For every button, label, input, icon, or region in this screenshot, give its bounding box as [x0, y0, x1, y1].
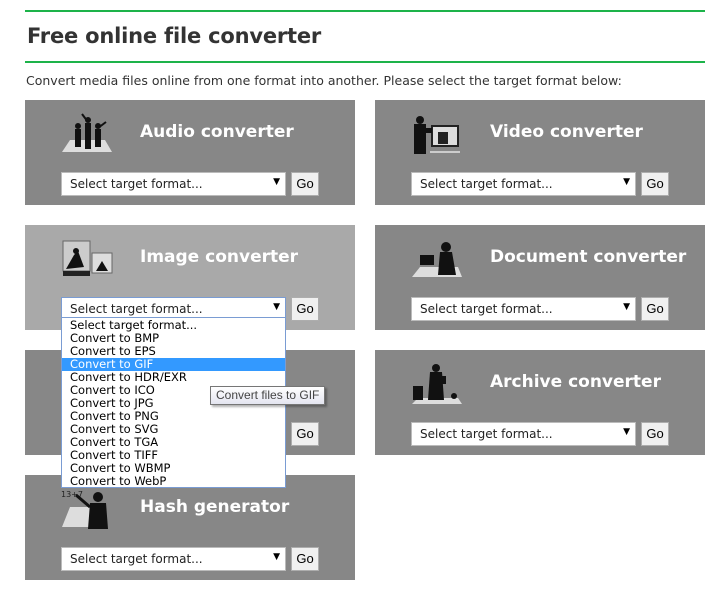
card-title: Audio converter [140, 122, 294, 142]
card-title: Image converter [140, 247, 299, 267]
image-converter-card: Image converter Select target format... ▼… [25, 225, 355, 330]
document-desk-icon [412, 242, 462, 277]
card-title: Hash generator [140, 497, 290, 517]
top-rule [25, 10, 705, 12]
select-value: Select target format... [420, 177, 553, 191]
video-format-select[interactable]: Select target format... ▼ [411, 172, 636, 196]
card-title: Archive converter [490, 372, 661, 392]
video-go-button[interactable]: Go [641, 172, 669, 196]
page-title: Free online file converter [27, 24, 322, 48]
card-title: Document converter [490, 247, 687, 267]
hash-generator-card: 13+7 Hash generator Select target format… [25, 475, 355, 580]
select-value: Select target format... [70, 302, 203, 316]
tooltip: Convert files to GIF [210, 386, 326, 405]
hash-go-button[interactable]: Go [291, 547, 319, 571]
select-value: Select target format... [420, 302, 553, 316]
audio-format-select[interactable]: Select target format... ▼ [61, 172, 286, 196]
hash-format-select[interactable]: Select target format... ▼ [61, 547, 286, 571]
dropdown-option[interactable]: Convert to WebP [62, 475, 285, 488]
document-go-button[interactable]: Go [641, 297, 669, 321]
document-format-select[interactable]: Select target format... ▼ [411, 297, 636, 321]
dropdown-arrow-icon: ▼ [273, 552, 280, 562]
hash-writer-icon: 13+7 [61, 490, 108, 529]
document-converter-card: Document converter Select target format.… [375, 225, 705, 330]
select-value: Select target format... [70, 552, 203, 566]
title-rule [25, 61, 705, 63]
dropdown-arrow-icon: ▼ [273, 302, 280, 312]
video-camera-icon [414, 116, 460, 154]
obscured-go-button[interactable]: Go [291, 422, 319, 446]
dropdown-arrow-icon: ▼ [623, 302, 630, 312]
select-value: Select target format... [420, 427, 553, 441]
image-go-button[interactable]: Go [291, 297, 319, 321]
dropdown-arrow-icon: ▼ [273, 177, 280, 187]
video-converter-card: Video converter Select target format... ▼… [375, 100, 705, 205]
archive-go-button[interactable]: Go [641, 422, 669, 446]
dropdown-arrow-icon: ▼ [623, 427, 630, 437]
audio-go-button[interactable]: Go [291, 172, 319, 196]
image-photo-icon [62, 240, 113, 276]
archive-format-select[interactable]: Select target format... ▼ [411, 422, 636, 446]
audio-dancers-icon [62, 113, 112, 152]
select-value: Select target format... [70, 177, 203, 191]
card-title: Video converter [490, 122, 643, 142]
intro-text: Convert media files online from one form… [26, 73, 622, 88]
dropdown-arrow-icon: ▼ [623, 177, 630, 187]
archive-converter-card: Archive converter Select target format..… [375, 350, 705, 455]
archive-box-icon [412, 364, 462, 404]
audio-converter-card: Audio converter Select target format... ▼… [25, 100, 355, 205]
